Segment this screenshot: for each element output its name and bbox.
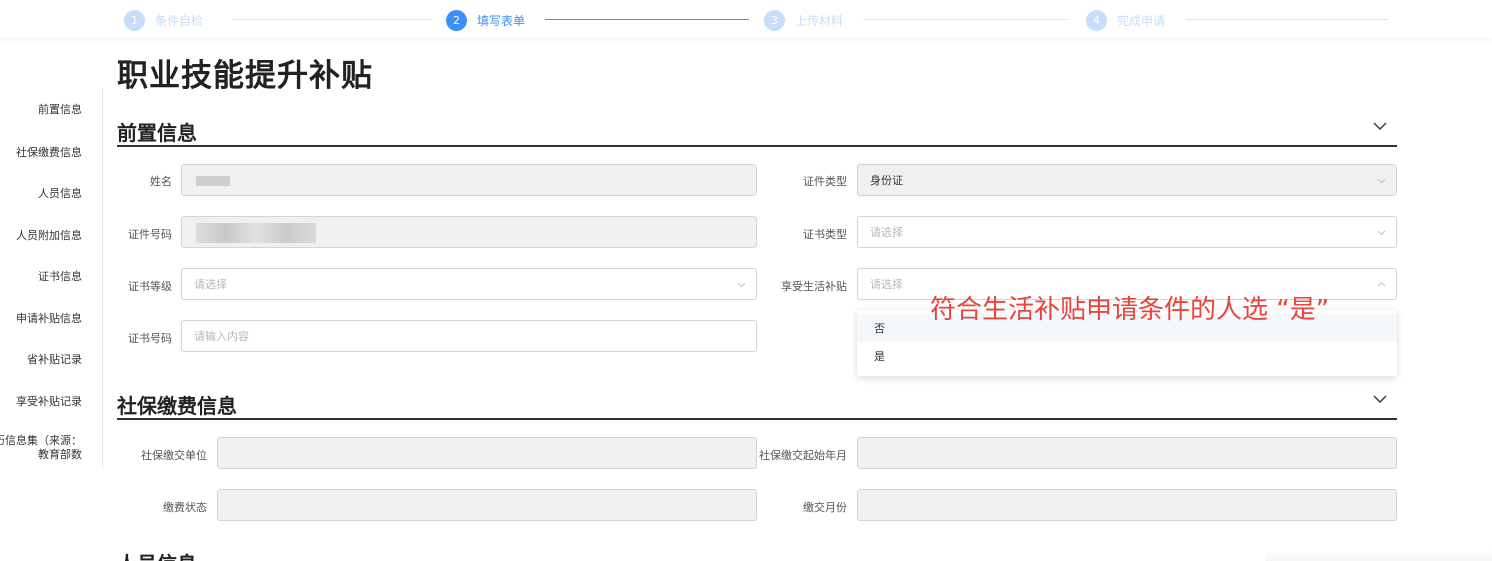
payment-months-field[interactable]: [857, 489, 1397, 521]
section-title: 前置信息: [117, 121, 197, 145]
payment-status-label: 缴费状态: [163, 501, 207, 514]
section-title: 社保缴费信息: [117, 394, 237, 418]
sidenav-item-province-subsidy[interactable]: 省补贴记录: [27, 351, 82, 367]
chevron-down-icon[interactable]: [1373, 119, 1387, 133]
cert-type-select[interactable]: 请选择: [857, 216, 1397, 248]
redacted-name: [196, 176, 230, 186]
section-title: 人员信息: [117, 553, 197, 561]
step-1-label: 条件自检: [155, 13, 204, 28]
step-connector: [232, 19, 432, 20]
cert-number-label: 证书号码: [128, 332, 172, 345]
page: 1 条件自检 2 填写表单 3 上传材料 4 完成申请 职业技能提升补贴 前置信…: [0, 0, 1492, 561]
sidenav-item-certificate[interactable]: 证书信息: [38, 268, 82, 284]
dropdown-option-yes[interactable]: 是: [857, 342, 1397, 370]
step-1: 1 条件自检: [124, 9, 203, 31]
sidenav-item-pre-info[interactable]: 前置信息: [38, 101, 82, 117]
step-2: 2 填写表单: [446, 9, 525, 31]
step-2-number: 2: [446, 9, 467, 31]
chevron-down-icon: [1377, 178, 1386, 184]
section-header-social-security[interactable]: 社保缴费信息: [117, 384, 1397, 420]
id-number-label: 证件号码: [128, 228, 172, 241]
chevron-down-icon: [737, 282, 746, 288]
sidenav-item-subsidy-record[interactable]: 享受补贴记录: [16, 393, 82, 409]
chevron-up-icon: [1377, 281, 1386, 287]
sidenav-item-education[interactable]: 学历信息集（来源：教育部数: [0, 434, 82, 462]
step-connector: [863, 19, 1069, 20]
cert-number-input[interactable]: 请输入内容: [181, 320, 757, 352]
name-label: 姓名: [150, 175, 172, 188]
redacted-id-number: [196, 223, 316, 243]
sidenav-item-person-info[interactable]: 人员信息: [38, 185, 82, 201]
floating-panel-edge: [1265, 550, 1492, 561]
step-2-label: 填写表单: [477, 13, 526, 28]
cert-level-placeholder: 请选择: [194, 278, 227, 291]
chevron-down-icon: [1377, 230, 1386, 236]
social-start-field[interactable]: [857, 437, 1397, 469]
living-subsidy-label: 享受生活补贴: [781, 280, 847, 293]
step-1-number: 1: [124, 9, 145, 31]
step-3: 3 上传材料: [764, 9, 843, 31]
section-header-pre-info[interactable]: 前置信息: [117, 111, 1397, 147]
step-3-number: 3: [764, 9, 785, 31]
step-4-label: 完成申请: [1117, 13, 1166, 28]
step-4-number: 4: [1086, 9, 1107, 31]
name-field[interactable]: [181, 164, 757, 196]
section-header-person-info: 人员信息: [117, 553, 207, 561]
chevron-down-icon[interactable]: [1373, 392, 1387, 406]
id-type-label: 证件类型: [803, 175, 847, 188]
step-3-label: 上传材料: [795, 13, 844, 28]
step-4: 4 完成申请: [1086, 9, 1165, 31]
id-number-field[interactable]: [181, 216, 757, 248]
cert-number-placeholder: 请输入内容: [194, 330, 249, 343]
sidenav-item-person-extra[interactable]: 人员附加信息: [16, 227, 82, 243]
step-connector: [1186, 19, 1388, 20]
step-connector-active: [545, 19, 749, 20]
id-type-select[interactable]: 身份证: [857, 164, 1397, 196]
cert-level-select[interactable]: 请选择: [181, 268, 757, 300]
cert-type-placeholder: 请选择: [870, 226, 903, 239]
social-start-label: 社保缴交起始年月: [759, 449, 847, 462]
side-nav: 前置信息 社保缴费信息 人员信息 人员附加信息 证书信息 申请补贴信息 省补贴记…: [0, 88, 103, 468]
sidenav-item-subsidy-application[interactable]: 申请补贴信息: [16, 310, 82, 326]
sidenav-item-social-security[interactable]: 社保缴费信息: [16, 144, 82, 160]
annotation-text: 符合生活补贴申请条件的人选 “是”: [930, 295, 1330, 325]
id-type-value: 身份证: [870, 174, 903, 187]
social-unit-label: 社保缴交单位: [141, 449, 207, 462]
social-unit-field[interactable]: [217, 437, 757, 469]
payment-months-label: 缴交月份: [803, 501, 847, 514]
cert-level-label: 证书等级: [128, 280, 172, 293]
payment-status-field[interactable]: [217, 489, 757, 521]
living-subsidy-placeholder: 请选择: [870, 278, 903, 291]
cert-type-label: 证书类型: [803, 228, 847, 241]
page-title: 职业技能提升补贴: [117, 58, 373, 94]
